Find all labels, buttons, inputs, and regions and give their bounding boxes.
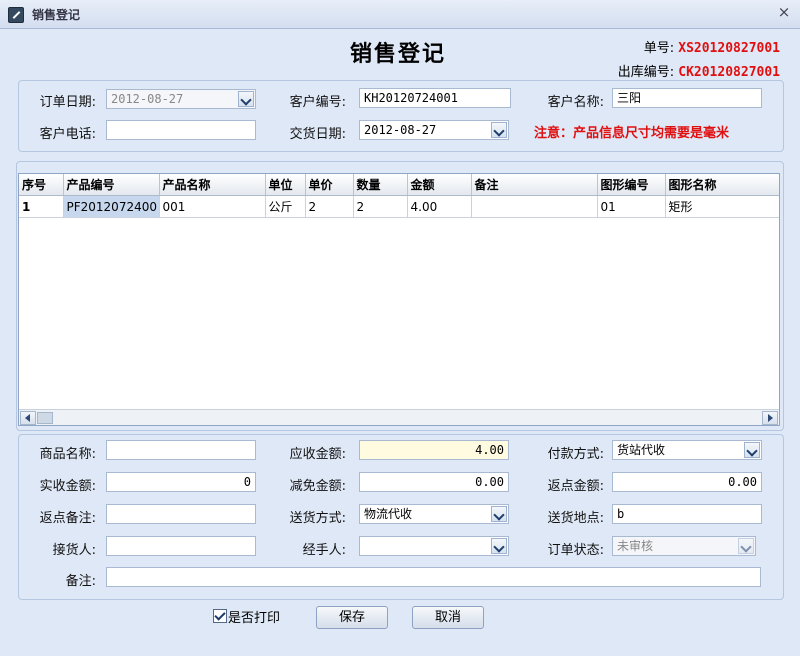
discount-label: 减免金额: (289, 479, 346, 494)
order-date-label: 订单日期: (39, 95, 96, 110)
delivery-date-value: 2012-08-27 (364, 123, 437, 137)
remark-label: 备注: (65, 574, 96, 589)
phone-field[interactable] (106, 120, 256, 140)
outbound-number-value: CK20120827001 (678, 65, 780, 80)
column-header[interactable]: 图形名称 (665, 174, 779, 196)
outbound-number-label: 出库编号: (617, 65, 675, 80)
column-header[interactable]: 数量 (353, 174, 408, 196)
goods-name-label: 商品名称: (39, 447, 96, 462)
column-header[interactable]: 产品编号 (63, 174, 160, 196)
table-cell[interactable]: 公斤 (265, 195, 306, 218)
delivery-date-label: 交货日期: (289, 127, 346, 142)
print-checkbox-label[interactable]: 是否打印 (228, 607, 280, 626)
chevron-down-icon[interactable] (491, 506, 507, 522)
table-cell[interactable]: 001 (159, 195, 266, 218)
order-number-value: XS20120827001 (678, 41, 780, 56)
handler-select[interactable] (359, 536, 509, 556)
delivery-method-select[interactable]: 物流代收 (359, 504, 509, 524)
customer-no-field[interactable]: KH20120724001 (359, 88, 511, 108)
column-header[interactable]: 金额 (407, 174, 472, 196)
discount-field[interactable]: 0.00 (359, 472, 509, 492)
status-select[interactable]: 未审核 (612, 536, 756, 556)
receivable-field[interactable]: 4.00 (359, 440, 509, 460)
table-cell[interactable]: 01 (597, 195, 666, 218)
table-cell[interactable]: PF2012072400 (63, 195, 160, 218)
chevron-down-icon[interactable] (738, 538, 754, 554)
receiver-label: 接货人: (52, 543, 96, 558)
horizontal-scrollbar[interactable] (19, 409, 779, 425)
table-cell[interactable]: 2 (305, 195, 354, 218)
order-date-value: 2012-08-27 (111, 92, 184, 106)
customer-name-label: 客户名称: (547, 95, 604, 110)
table-cell[interactable] (471, 195, 598, 218)
table-header-row: 序号 产品编号 产品名称 单位 单价 数量 金额 备注 图形编号 图形名称 (19, 174, 779, 196)
table-cell[interactable]: 4.00 (407, 195, 472, 218)
product-grid[interactable]: 序号 产品编号 产品名称 单位 单价 数量 金额 备注 图形编号 图形名称 1 … (18, 173, 780, 426)
delivery-method-value: 物流代收 (364, 507, 413, 521)
status-value: 未审核 (617, 539, 654, 553)
print-checkbox[interactable] (213, 609, 227, 623)
rebate-note-label: 返点备注: (39, 511, 96, 526)
window-title: 销售登记 (32, 8, 81, 22)
cancel-button[interactable]: 取消 (412, 606, 484, 629)
scroll-left-icon[interactable] (20, 411, 36, 425)
receiver-field[interactable] (106, 536, 256, 556)
goods-name-field[interactable] (106, 440, 256, 460)
outbound-number: 出库编号: CK20120827001 (618, 61, 780, 80)
status-label: 订单状态: (547, 543, 604, 558)
table-cell[interactable]: 2 (353, 195, 408, 218)
chevron-down-icon[interactable] (491, 122, 507, 138)
size-notice: 注意：产品信息尺寸均需要是毫米 (534, 126, 730, 141)
payment-value: 货站代收 (617, 443, 666, 457)
column-header[interactable]: 图形编号 (597, 174, 666, 196)
order-date-field[interactable]: 2012-08-27 (106, 89, 256, 109)
title-bar: 销售登记 × (0, 0, 800, 29)
delivery-method-label: 送货方式: (289, 511, 346, 526)
chevron-down-icon[interactable] (491, 538, 507, 554)
app-icon (8, 7, 24, 23)
phone-label: 客户电话: (39, 127, 96, 142)
scroll-right-icon[interactable] (762, 411, 778, 425)
close-icon[interactable]: × (776, 4, 792, 20)
chevron-down-icon[interactable] (744, 442, 760, 458)
table-row[interactable]: 1 PF2012072400 001 公斤 2 2 4.00 01 矩形 (19, 195, 779, 218)
scroll-thumb[interactable] (37, 412, 53, 424)
column-header[interactable]: 产品名称 (159, 174, 266, 196)
payment-select[interactable]: 货站代收 (612, 440, 762, 460)
table-cell[interactable]: 1 (19, 195, 64, 218)
received-field[interactable]: 0 (106, 472, 256, 492)
rebate-note-field[interactable] (106, 504, 256, 524)
table-cell[interactable]: 矩形 (665, 195, 779, 218)
column-header[interactable]: 单价 (305, 174, 354, 196)
order-number: 单号: XS20120827001 (644, 37, 780, 56)
received-label: 实收金额: (39, 479, 96, 494)
remark-field[interactable] (106, 567, 761, 587)
handler-label: 经手人: (302, 543, 346, 558)
delivery-date-field[interactable]: 2012-08-27 (359, 120, 509, 140)
delivery-place-field[interactable]: b (612, 504, 762, 524)
order-number-label: 单号: (643, 41, 675, 56)
customer-no-label: 客户编号: (289, 95, 346, 110)
save-button[interactable]: 保存 (316, 606, 388, 629)
receivable-label: 应收金额: (289, 447, 346, 462)
customer-name-field[interactable]: 三阳 (612, 88, 762, 108)
product-table: 序号 产品编号 产品名称 单位 单价 数量 金额 备注 图形编号 图形名称 1 … (19, 174, 779, 218)
chevron-down-icon[interactable] (238, 91, 254, 107)
payment-label: 付款方式: (547, 447, 604, 462)
rebate-field[interactable]: 0.00 (612, 472, 762, 492)
column-header[interactable]: 单位 (265, 174, 306, 196)
rebate-label: 返点金额: (547, 479, 604, 494)
column-header[interactable]: 序号 (19, 174, 64, 196)
delivery-place-label: 送货地点: (547, 511, 604, 526)
column-header[interactable]: 备注 (471, 174, 598, 196)
